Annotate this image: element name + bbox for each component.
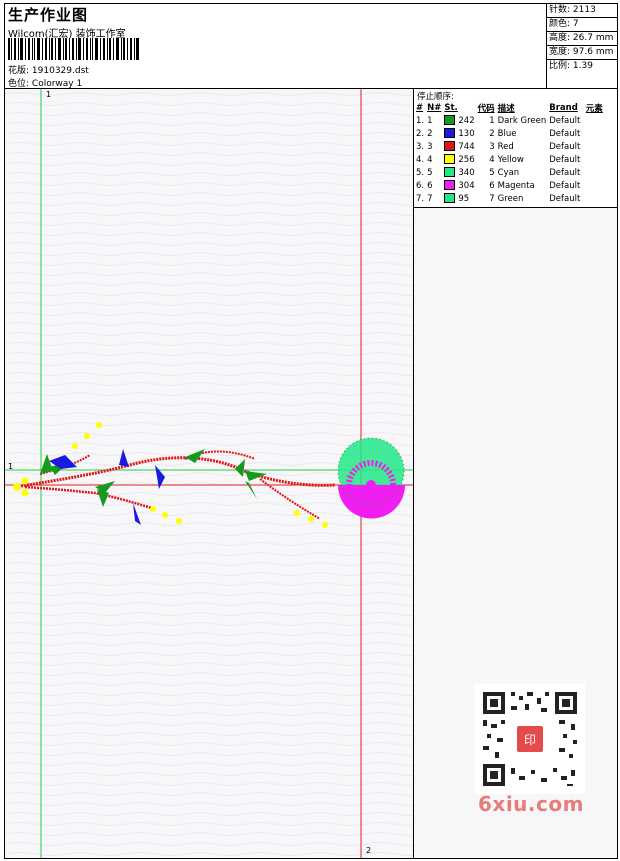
legend-row-n: 3: [427, 141, 433, 152]
legend-row-brand: Default: [549, 180, 581, 191]
legend-row-num: 5.: [416, 167, 425, 178]
design-label: 花版:: [8, 66, 30, 76]
legend-row-element: [586, 192, 606, 205]
color-sequence-table: # N# St. 代码 描述 Brand 元素 1. 1 242 1 Dark Gree…: [416, 101, 606, 205]
stat-scale: 比例: 1.39: [547, 59, 617, 73]
page-title: 生产作业图: [8, 6, 89, 24]
design-stats: 针数: 2113 颜色: 7 高度: 26.7 mm 宽度: 97.6 mm 比…: [547, 4, 617, 89]
guide-label-h1: 1: [8, 462, 14, 471]
legend-row-num: 2.: [416, 128, 425, 139]
color-swatch: [444, 141, 456, 152]
production-worksheet: 生产作业图 Wilcom(汇宏) 装饰工作室 花版: 1910329.dst 色…: [4, 3, 618, 859]
stat-height: 高度: 26.7 mm: [547, 31, 617, 45]
legend-row-element: [586, 127, 606, 140]
legend-row-desc: Cyan: [497, 167, 520, 178]
legend-row-code: 7: [489, 193, 495, 204]
legend-row: 2. 2 130 2 Blue Default: [416, 127, 606, 140]
legend-row-code: 1: [489, 115, 495, 126]
col-header-num: #: [416, 102, 424, 113]
legend-row-num: 7.: [416, 193, 425, 204]
legend-row-desc: Green: [497, 193, 524, 204]
header-panel: 生产作业图 Wilcom(汇宏) 装饰工作室 花版: 1910329.dst 色…: [5, 4, 547, 89]
legend-row-brand: Default: [549, 128, 581, 139]
legend-row-num: 6.: [416, 180, 425, 191]
guide-label-v2: 2: [366, 846, 372, 855]
qr-code-icon: 印: [475, 684, 585, 794]
legend-row: 4. 4 256 4 Yellow Default: [416, 153, 606, 166]
legend-row-n: 5: [427, 167, 433, 178]
legend-row-stitches: 304: [444, 179, 477, 192]
legend-row-desc: Magenta: [497, 180, 535, 191]
legend-row: 3. 3 744 3 Red Default: [416, 140, 606, 153]
stat-colors: 颜色: 7: [547, 17, 617, 31]
legend-row-n: 6: [427, 180, 433, 191]
legend-row: 7. 7 95 7 Green Default: [416, 192, 606, 205]
legend-row-n: 7: [427, 193, 433, 204]
color-swatch: [444, 167, 456, 178]
legend-row-stitches: 256: [444, 153, 477, 166]
legend-row-code: 6: [489, 180, 495, 191]
color-swatch: [444, 193, 456, 204]
legend-row-brand: Default: [549, 193, 581, 204]
legend-row-n: 2: [427, 128, 433, 139]
legend-row-n: 4: [427, 154, 433, 165]
stat-width: 宽度: 97.6 mm: [547, 45, 617, 59]
legend-row: 6. 6 304 6 Magenta Default: [416, 179, 606, 192]
legend-row-num: 4.: [416, 154, 425, 165]
legend-row-brand: Default: [549, 154, 581, 165]
qr-seal-icon: 印: [524, 733, 536, 747]
col-header-code: 代码: [477, 103, 495, 114]
design-canvas: 1 1 2: [5, 89, 414, 858]
legend-row-n: 1: [427, 115, 433, 126]
barcode-icon: [8, 38, 139, 60]
col-header-desc: 描述: [497, 103, 515, 114]
colorway-line: 色位: Colorway 1: [8, 76, 82, 89]
design-file: 1910329.dst: [31, 66, 89, 76]
col-header-element: 元素: [585, 103, 603, 114]
legend-row-desc: Yellow: [497, 154, 524, 165]
legend-row-brand: Default: [549, 141, 581, 152]
legend-row-stitches: 744: [444, 140, 477, 153]
col-header-brand: Brand: [549, 102, 578, 113]
canvas-texture: [5, 89, 413, 858]
legend-row-stitches: 242: [444, 114, 477, 127]
color-sequence-legend: 停止顺序: # N# St. 代码 描述 Brand 元素 1. 1 242 1 Dar…: [414, 89, 617, 208]
legend-row-element: [586, 114, 606, 127]
col-header-stitches: St.: [444, 102, 458, 113]
color-swatch: [444, 128, 456, 139]
colorway-label: 色位:: [8, 79, 30, 89]
legend-row: 5. 5 340 5 Cyan Default: [416, 166, 606, 179]
legend-row-desc: Blue: [497, 128, 517, 139]
legend-row-desc: Red: [497, 141, 514, 152]
legend-row-code: 4: [489, 154, 495, 165]
legend-row-code: 5: [489, 167, 495, 178]
legend-row: 1. 1 242 1 Dark Green Default: [416, 114, 606, 127]
legend-row-code: 2: [489, 128, 495, 139]
design-file-line: 花版: 1910329.dst: [8, 63, 89, 76]
legend-row-brand: Default: [549, 167, 581, 178]
legend-row-element: [586, 140, 606, 153]
legend-row-stitches: 130: [444, 127, 477, 140]
watermark-text: 6xiu.com: [478, 792, 584, 816]
legend-row-desc: Dark Green: [497, 115, 547, 126]
legend-row-num: 1.: [416, 115, 425, 126]
color-swatch: [444, 154, 456, 165]
legend-row-stitches: 340: [444, 166, 477, 179]
legend-row-stitches: 95: [444, 192, 477, 205]
color-swatch: [444, 180, 456, 191]
legend-row-num: 3.: [416, 141, 425, 152]
legend-row-element: [586, 153, 606, 166]
color-swatch: [444, 115, 456, 126]
legend-row-code: 3: [489, 141, 495, 152]
colorway-value: Colorway 1: [31, 79, 83, 89]
col-header-n: N#: [427, 102, 442, 113]
legend-row-brand: Default: [549, 115, 581, 126]
guide-label-v1: 1: [46, 90, 52, 99]
legend-row-element: [586, 179, 606, 192]
legend-row-element: [586, 166, 606, 179]
stat-stitches: 针数: 2113: [549, 5, 596, 15]
